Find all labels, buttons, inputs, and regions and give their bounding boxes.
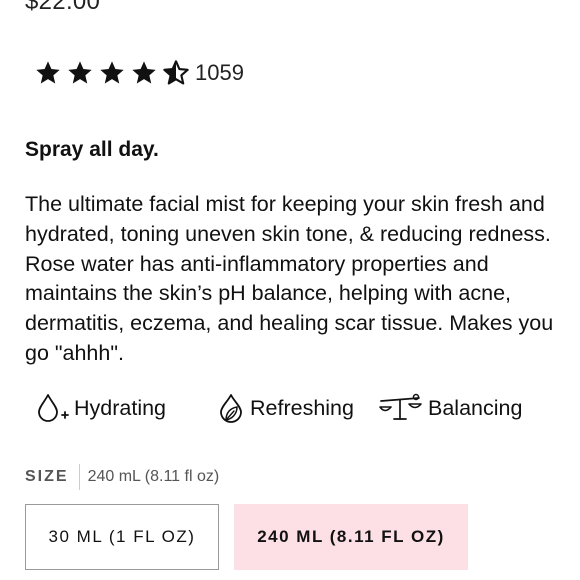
star-rating <box>34 59 190 87</box>
benefits-list: Hydrating Refreshing Balancing <box>0 388 580 428</box>
water-drop-plus-icon <box>36 392 70 424</box>
size-option-30ml[interactable]: 30 ML (1 FL OZ) <box>25 504 219 570</box>
size-option-240ml[interactable]: 240 ML (8.11 FL OZ) <box>234 504 468 570</box>
benefit-balancing: Balancing <box>378 388 522 428</box>
size-divider <box>78 464 80 490</box>
star-full-icon <box>100 61 124 84</box>
star-full-icon <box>68 61 92 84</box>
drop-leaf-icon <box>216 392 246 424</box>
size-selector-header: SIZE 240 mL (8.11 fl oz) <box>25 464 219 490</box>
selected-size-text: 240 mL (8.11 fl oz) <box>87 468 220 485</box>
review-count[interactable]: 1059 <box>195 58 244 88</box>
benefit-label: Balancing <box>428 396 523 420</box>
product-tagline: Spray all day. <box>25 138 159 161</box>
rating[interactable]: 1059 <box>34 58 244 88</box>
benefit-hydrating: Hydrating <box>36 388 166 428</box>
benefit-label: Refreshing <box>250 396 354 420</box>
benefit-label: Hydrating <box>74 396 167 420</box>
star-full-icon <box>36 61 60 84</box>
star-full-icon <box>132 61 156 84</box>
benefit-refreshing: Refreshing <box>216 388 354 428</box>
balance-scale-icon <box>378 392 424 424</box>
product-description: The ultimate facial mist for keeping you… <box>25 192 554 365</box>
size-label: SIZE <box>25 468 69 485</box>
product-price: $22.00 <box>25 0 101 15</box>
star-half-icon <box>163 60 189 85</box>
